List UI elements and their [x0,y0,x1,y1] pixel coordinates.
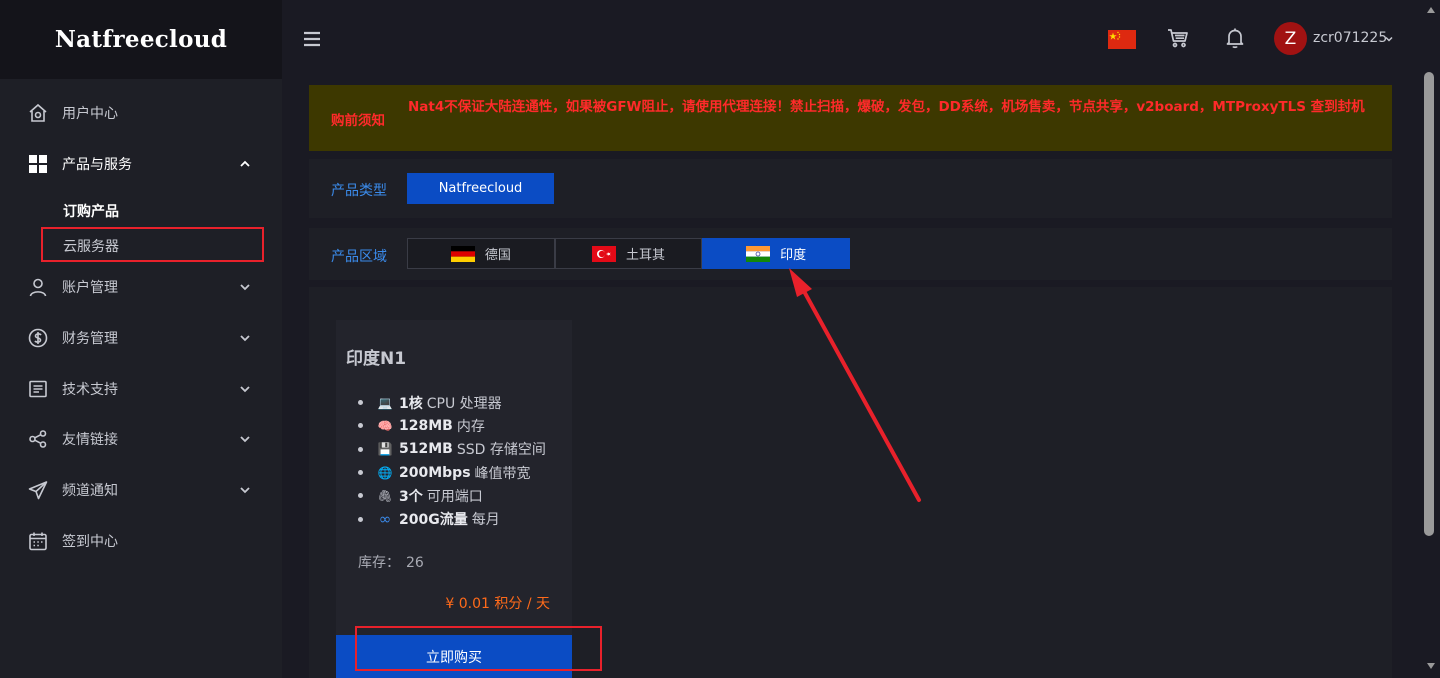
sidebar: Natfreecloud 用户中心 产品与服务 订购产品 云服务器 账户管理 财… [0,0,282,678]
spec-item-storage: 💾 512MB SSD 存储空间 [358,438,546,461]
chevron-down-icon [240,284,250,291]
sidebar-item-finance-management[interactable]: 财务管理 [0,318,282,358]
menu-toggle-icon[interactable] [303,30,321,48]
sidebar-item-products-services[interactable]: 产品与服务 [0,144,282,184]
chevron-up-icon [240,160,250,167]
sidebar-item-label: 用户中心 [62,106,118,122]
send-icon [27,479,49,501]
brain-icon: 🧠 [377,418,393,433]
spec-item-traffic: ∞ 200G流量 每月 [358,507,546,530]
region-tab-label: 德国 [484,248,511,263]
app-root: Natfreecloud 用户中心 产品与服务 订购产品 云服务器 账户管理 财… [0,0,1440,678]
product-type-label: 产品类型 [331,183,387,199]
username-label[interactable]: zcr071225 [1313,30,1387,46]
sidebar-subitem-order-products[interactable]: 订购产品 [63,201,119,221]
home-icon [27,102,49,124]
sidebar-item-channel-notice[interactable]: 频道通知 [0,470,282,510]
sidebar-item-user-center[interactable]: 用户中心 [0,93,282,133]
spec-list: 💻 1核 CPU 处理器 🧠 128MB 内存 💾 512MB SSD 存储空间 🌐 200M… [358,391,546,531]
language-flag-china-icon[interactable] [1108,30,1136,49]
scroll-down-icon[interactable] [1426,662,1436,670]
notice-text: Nat4不保证大陆连通性，如果被GFW阻止，请使用代理连接！禁止扫描，爆破，发包… [408,99,1365,115]
region-tab-germany[interactable]: 德国 [407,238,555,269]
chevron-down-icon [240,487,250,494]
stock-info: 库存： 26 [358,555,424,571]
price-label: ¥ 0.01 积分 / 天 [445,596,550,612]
sidebar-item-account-management[interactable]: 账户管理 [0,267,282,307]
product-region-row: 产品区域 德国 土耳其 印度 [309,228,1392,280]
scroll-up-icon[interactable] [1426,6,1436,14]
chevron-down-icon [240,386,250,393]
brand-logo: Natfreecloud [54,26,228,53]
spec-item-cpu: 💻 1核 CPU 处理器 [358,391,546,414]
sidebar-item-label: 频道通知 [62,483,118,499]
product-name: 印度N1 [346,349,407,369]
scrollbar-thumb[interactable] [1424,72,1434,536]
sidebar-item-label: 友情链接 [62,432,118,448]
sidebar-item-label: 技术支持 [62,382,118,398]
share-icon [27,428,49,450]
spec-item-bandwidth: 🌐 200Mbps 峰值带宽 [358,461,546,484]
floppy-disk-icon: 💾 [377,442,393,457]
laptop-icon: 💻 [377,395,393,410]
paperclip-icon: 🖇 [377,488,393,503]
sidebar-item-checkin-center[interactable]: 签到中心 [0,521,282,561]
user-icon [27,276,49,298]
user-avatar[interactable]: Z [1274,22,1307,55]
region-tab-label: 印度 [780,248,807,263]
product-type-option-natfreecloud[interactable]: Natfreecloud [407,173,554,204]
product-type-row: 产品类型 Natfreecloud [309,159,1392,218]
chevron-down-icon[interactable] [1384,34,1394,44]
globe-icon: 🌐 [377,465,393,480]
product-region-label: 产品区域 [331,249,387,265]
annotation-highlight-box [355,626,602,671]
chevron-down-icon [240,335,250,342]
sidebar-item-label: 产品与服务 [62,157,132,173]
region-tab-label: 土耳其 [626,248,666,263]
cart-icon[interactable] [1167,27,1189,49]
calendar-icon [27,530,49,552]
products-panel: 印度N1 💻 1核 CPU 处理器 🧠 128MB 内存 💾 512MB SSD 存储空间 … [309,287,1392,678]
spec-item-memory: 🧠 128MB 内存 [358,414,546,437]
notification-bell-icon[interactable] [1224,27,1246,49]
dollar-icon [27,327,49,349]
sidebar-item-label: 签到中心 [62,534,118,550]
spec-item-ports: 🖇 3个 可用端口 [358,484,546,507]
sidebar-item-label: 账户管理 [62,280,118,296]
region-tab-india[interactable]: 印度 [702,238,851,269]
top-header: Z zcr071225 [282,0,1440,79]
india-flag-icon [746,245,771,262]
product-card: 印度N1 💻 1核 CPU 处理器 🧠 128MB 内存 💾 512MB SSD 存储空间 … [336,320,572,678]
infinity-icon: ∞ [378,510,392,529]
vertical-scrollbar[interactable] [1422,0,1440,678]
purchase-notice-banner: 购前须知 Nat4不保证大陆连通性，如果被GFW阻止，请使用代理连接！禁止扫描，… [309,85,1392,151]
region-tab-turkey[interactable]: 土耳其 [554,238,703,269]
notice-label: 购前须知 [331,113,385,129]
sidebar-item-label: 财务管理 [62,331,118,347]
turkey-flag-icon [592,245,616,262]
document-icon [27,378,49,400]
sidebar-item-friend-links[interactable]: 友情链接 [0,419,282,459]
logo-area[interactable]: Natfreecloud [0,0,282,79]
annotation-highlight-box [41,227,264,262]
germany-flag-icon [450,245,475,262]
chevron-down-icon [240,436,250,443]
region-tabs: 德国 土耳其 印度 [407,238,851,269]
sidebar-item-tech-support[interactable]: 技术支持 [0,369,282,409]
grid-icon [27,153,49,175]
